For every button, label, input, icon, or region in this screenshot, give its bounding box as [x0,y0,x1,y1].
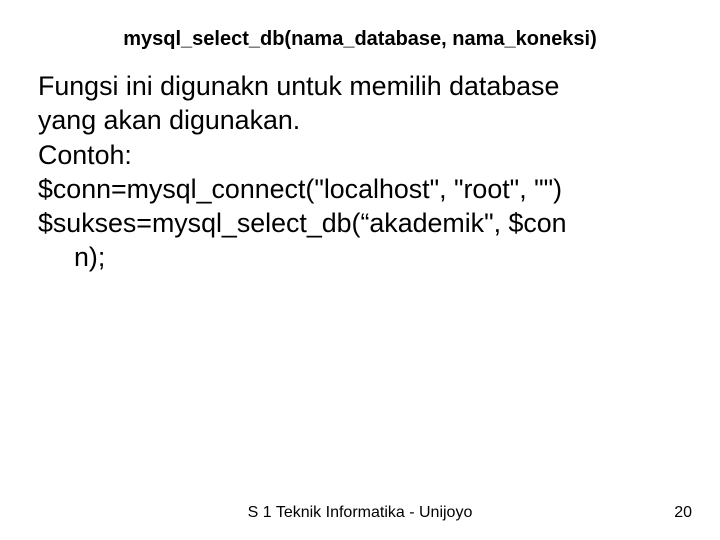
page-number: 20 [674,504,692,522]
body-line: $conn=mysql_connect("localhost", "root",… [38,172,682,206]
slide-title: mysql_select_db(nama_database, nama_kone… [0,0,720,69]
slide-body: Fungsi ini digunakn untuk memilih databa… [0,69,720,275]
slide: mysql_select_db(nama_database, nama_kone… [0,0,720,540]
body-line: $sukses=mysql_select_db(“akademik", $con [38,206,682,240]
body-line: Contoh: [38,138,682,172]
body-line: yang akan digunakan. [38,103,682,137]
body-line: Fungsi ini digunakn untuk memilih databa… [38,69,682,103]
footer-text: S 1 Teknik Informatika - Unijoyo [0,504,720,522]
body-line: n); [38,240,682,274]
